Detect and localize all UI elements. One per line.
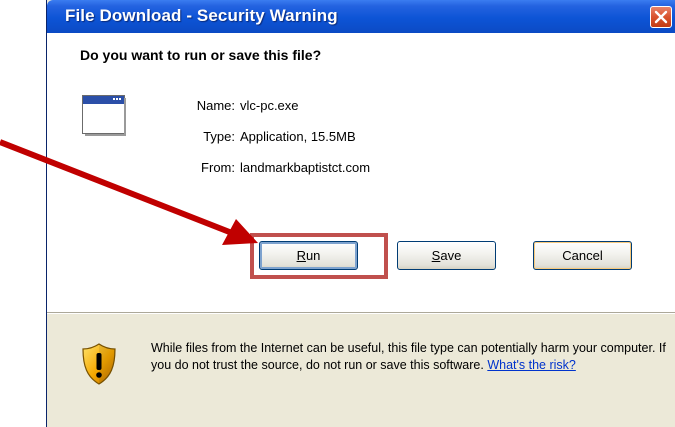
annotation-arrow — [0, 139, 258, 245]
